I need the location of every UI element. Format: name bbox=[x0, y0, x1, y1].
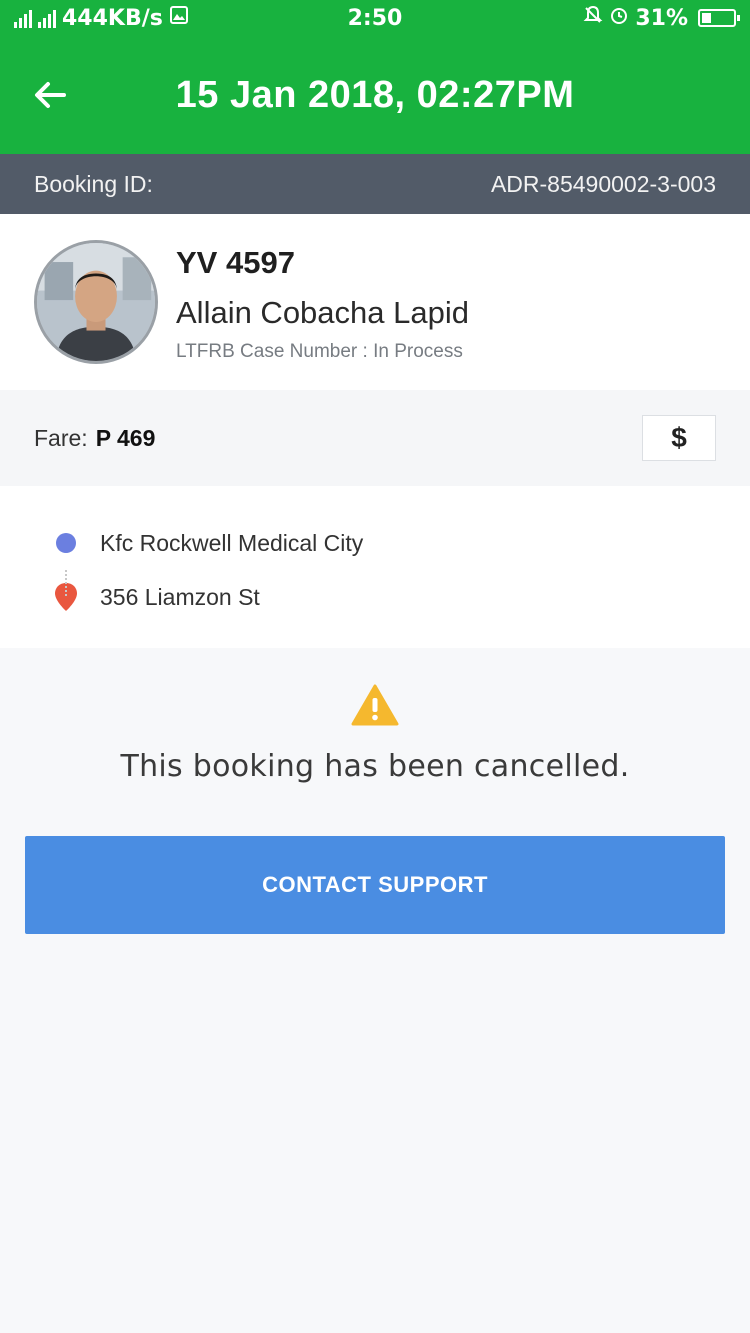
battery-percent: 31% bbox=[635, 5, 688, 31]
booking-id-bar: Booking ID: ADR-85490002-3-003 bbox=[0, 154, 750, 214]
pickup-row: Kfc Rockwell Medical City bbox=[52, 516, 750, 570]
status-left: 444KB/s bbox=[14, 5, 189, 31]
pickup-address: Kfc Rockwell Medical City bbox=[100, 529, 364, 556]
fare-row: Fare: P 469 $ bbox=[0, 390, 750, 486]
route-connector bbox=[65, 570, 67, 596]
alarm-icon bbox=[609, 5, 629, 31]
network-speed: 444KB/s bbox=[62, 5, 163, 31]
case-number: LTFRB Case Number : In Process bbox=[176, 341, 463, 362]
driver-card: YV 4597 Allain Cobacha Lapid LTFRB Case … bbox=[0, 214, 750, 390]
fare-label: Fare: bbox=[34, 424, 88, 451]
battery-icon bbox=[698, 9, 740, 27]
back-button[interactable] bbox=[0, 36, 100, 154]
cancel-message: This booking has been cancelled. bbox=[120, 749, 630, 784]
signal-icon bbox=[14, 8, 32, 28]
page-title: 15 Jan 2018, 02:27PM bbox=[175, 73, 575, 116]
driver-photo bbox=[37, 243, 155, 361]
cancel-notice: This booking has been cancelled. bbox=[0, 648, 750, 784]
dropoff-row: 356 Liamzon St bbox=[52, 570, 750, 624]
payment-button[interactable]: $ bbox=[642, 415, 716, 461]
route-section: Kfc Rockwell Medical City 356 Liamzon St bbox=[0, 486, 750, 648]
bell-off-icon bbox=[583, 5, 603, 31]
battery-level bbox=[702, 13, 711, 23]
booking-id-label: Booking ID: bbox=[34, 170, 153, 197]
app-bar: 15 Jan 2018, 02:27PM bbox=[0, 36, 750, 154]
pickup-dot-icon bbox=[56, 533, 76, 553]
vehicle-plate: YV 4597 bbox=[176, 245, 295, 280]
image-notification-icon bbox=[169, 5, 189, 31]
dollar-icon: $ bbox=[671, 422, 687, 453]
booking-id-value: ADR-85490002-3-003 bbox=[490, 170, 716, 197]
status-right: 31% bbox=[583, 5, 740, 31]
driver-avatar bbox=[34, 240, 158, 364]
arrow-left-icon bbox=[35, 82, 66, 108]
driver-name: Allain Cobacha Lapid bbox=[176, 295, 469, 330]
contact-support-button[interactable]: CONTACT SUPPORT bbox=[25, 836, 725, 934]
signal-icon-2 bbox=[38, 8, 56, 28]
fare-value: P 469 bbox=[95, 424, 156, 451]
driver-info: YV 4597 Allain Cobacha Lapid LTFRB Case … bbox=[176, 241, 469, 363]
fare: Fare: P 469 bbox=[34, 425, 155, 452]
warning-icon bbox=[351, 684, 399, 726]
phone-screen: 444KB/s 2:50 31% 15 Jan 2018, 02:27PM Bo… bbox=[0, 0, 750, 1333]
status-bar: 444KB/s 2:50 31% bbox=[0, 0, 750, 36]
dropoff-address: 356 Liamzon St bbox=[100, 583, 260, 610]
